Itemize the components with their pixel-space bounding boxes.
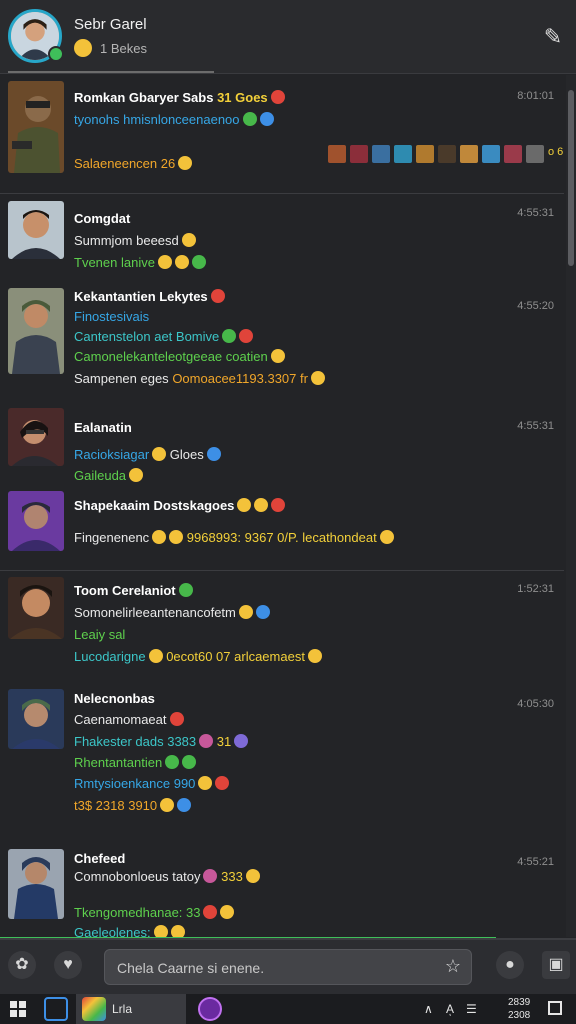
chat-timestamp: 8:01:01 <box>517 90 554 102</box>
os-taskbar: Lrla ∧ Aͅ ☰ 2839 2308 <box>0 994 576 1024</box>
media-thumbnails[interactable] <box>328 145 544 163</box>
clock-time: 2839 <box>508 997 531 1008</box>
chat-avatar <box>8 408 64 466</box>
chat-line: Tkengomedhanae: 33 <box>74 905 235 920</box>
taskbar-app-icon[interactable] <box>44 997 68 1021</box>
chat-timestamp: 4:55:31 <box>517 420 554 432</box>
chat-avatar <box>8 689 64 749</box>
chat-line: Camonelekanteleotgeeae coatien <box>74 349 285 364</box>
chat-line: Lucodarigne 0ecot60 07 arlcaemaest <box>74 649 322 664</box>
message-input[interactable] <box>117 958 437 978</box>
chat-line: Tvenen lanive <box>74 255 206 270</box>
chat-list-item[interactable]: Shapekaaim Dostskagoes Fingenenenc 99689… <box>0 485 564 561</box>
chat-list-item[interactable]: Kekantantien Lekytes Finostesivais Cante… <box>0 280 564 390</box>
chat-list: Romkan Gbaryer Sabs 31 Goes tyonohs hmis… <box>0 75 576 937</box>
windows-start-icon[interactable] <box>10 1001 26 1017</box>
chat-avatar <box>8 849 64 919</box>
chat-title: Comgdat <box>74 211 131 226</box>
chat-title: Toom Cerelaniot <box>74 583 193 598</box>
profile-subtitle: 1 Bekes <box>100 41 147 56</box>
sticker-icon[interactable]: ♥ <box>54 951 82 979</box>
taskbar-app-label: Lrla <box>112 1002 133 1016</box>
chat-timestamp: 1:52:31 <box>517 583 554 595</box>
chat-line: t3$ 2318 3910 <box>74 798 192 813</box>
compose-edit-icon[interactable]: ✎ <box>540 24 566 50</box>
chat-timestamp: 4:55:31 <box>517 207 554 219</box>
chat-line: Gaeleolenes: <box>74 925 185 937</box>
chat-line: Leaiy sal <box>74 627 126 642</box>
chat-line: Salaeneencen 26 <box>74 156 193 171</box>
chat-line: Cantenstelon aet Bomive <box>74 329 254 344</box>
chat-title: Ealanatin <box>74 420 132 435</box>
favorite-star-icon[interactable]: ☆ <box>445 956 461 977</box>
chat-list-item[interactable]: Romkan Gbaryer Sabs 31 Goes tyonohs hmis… <box>0 75 564 193</box>
chat-list-item[interactable]: Nelecnonbas Caenamomaeat Fhakester dads … <box>0 685 564 835</box>
tray-chevron-icon[interactable]: ∧ <box>424 1002 433 1016</box>
chat-line: Racioksiagar Gloes <box>74 447 221 462</box>
clock-date: 2308 <box>508 1010 531 1021</box>
chat-line: Fingenenenc 9968993: 9367 0/P. lecathond… <box>74 530 394 545</box>
chat-list-item[interactable]: Ealanatin Racioksiagar Gloes Gaileuda 4:… <box>0 402 564 483</box>
chat-app-icon[interactable] <box>198 997 222 1021</box>
chat-timestamp: 4:55:21 <box>517 856 554 868</box>
chat-avatar <box>8 81 64 173</box>
scrollbar-thumb[interactable] <box>568 90 574 266</box>
chat-header: Sebr Garel 1 Bekes ✎ <box>0 0 576 74</box>
chat-avatar <box>8 491 64 551</box>
chat-avatar <box>8 201 64 259</box>
chat-line-trail: o 6 <box>548 146 564 158</box>
chat-avatar <box>8 577 64 639</box>
chat-title: Shapekaaim Dostskagoes <box>74 498 286 513</box>
tray-network-icon[interactable]: ☰ <box>466 1002 477 1016</box>
status-emoji-icon <box>74 39 92 57</box>
voice-icon[interactable]: ● <box>496 951 524 979</box>
media-gallery-icon[interactable]: ▣ <box>542 951 570 979</box>
chat-timestamp: 4:05:30 <box>517 698 554 710</box>
tray-language-icon[interactable]: Aͅ <box>446 1002 454 1016</box>
attachment-icon[interactable]: ✿ <box>8 951 36 979</box>
header-tab-underline <box>8 71 214 73</box>
chat-title: Romkan Gbaryer Sabs 31 Goes <box>74 90 285 105</box>
chat-line: Somonelirleeantenancofetm <box>74 605 270 620</box>
chat-line: Rmtysioenkance 990 <box>74 776 230 791</box>
chat-title: Nelecnonbas <box>74 691 155 706</box>
chat-line: Sampenen eges Oomoacee1193.3307 fr <box>74 371 325 386</box>
chat-line: Comnobonloeus tatoy 333 <box>74 869 260 884</box>
chat-line: tyonohs hmisnlonceenaenoo <box>74 112 274 127</box>
chat-line: Finostesivais <box>74 309 150 324</box>
chat-line: Fhakester dads 3383 31 <box>74 734 249 749</box>
message-input-container[interactable]: ☆ <box>104 949 472 985</box>
chat-list-item[interactable]: Toom Cerelaniot Somonelirleeantenancofet… <box>0 571 564 675</box>
chat-list-item[interactable]: Chefeed Comnobonloeus tatoy 333 Tkengome… <box>0 845 564 937</box>
chat-title: Kekantantien Lekytes <box>74 289 225 304</box>
profile-name: Sebr Garel <box>74 16 147 33</box>
notification-icon[interactable] <box>548 1001 562 1015</box>
chat-line: Summjom beeesd <box>74 233 196 248</box>
taskbar-clock[interactable]: 2839 2308 <box>508 996 530 1022</box>
chat-line: Rhentantantien <box>74 755 197 770</box>
chat-avatar <box>8 288 64 374</box>
browser-icon[interactable] <box>82 997 106 1021</box>
chat-title: Chefeed <box>74 851 126 866</box>
chat-line: Gaileuda <box>74 468 144 483</box>
chat-list-item[interactable]: Comgdat Summjom beeesd Tvenen lanive 4:5… <box>0 194 564 276</box>
chat-timestamp: 4:55:20 <box>517 300 554 312</box>
online-status-indicator <box>48 46 64 62</box>
chat-line: Caenamomaeat <box>74 712 184 727</box>
